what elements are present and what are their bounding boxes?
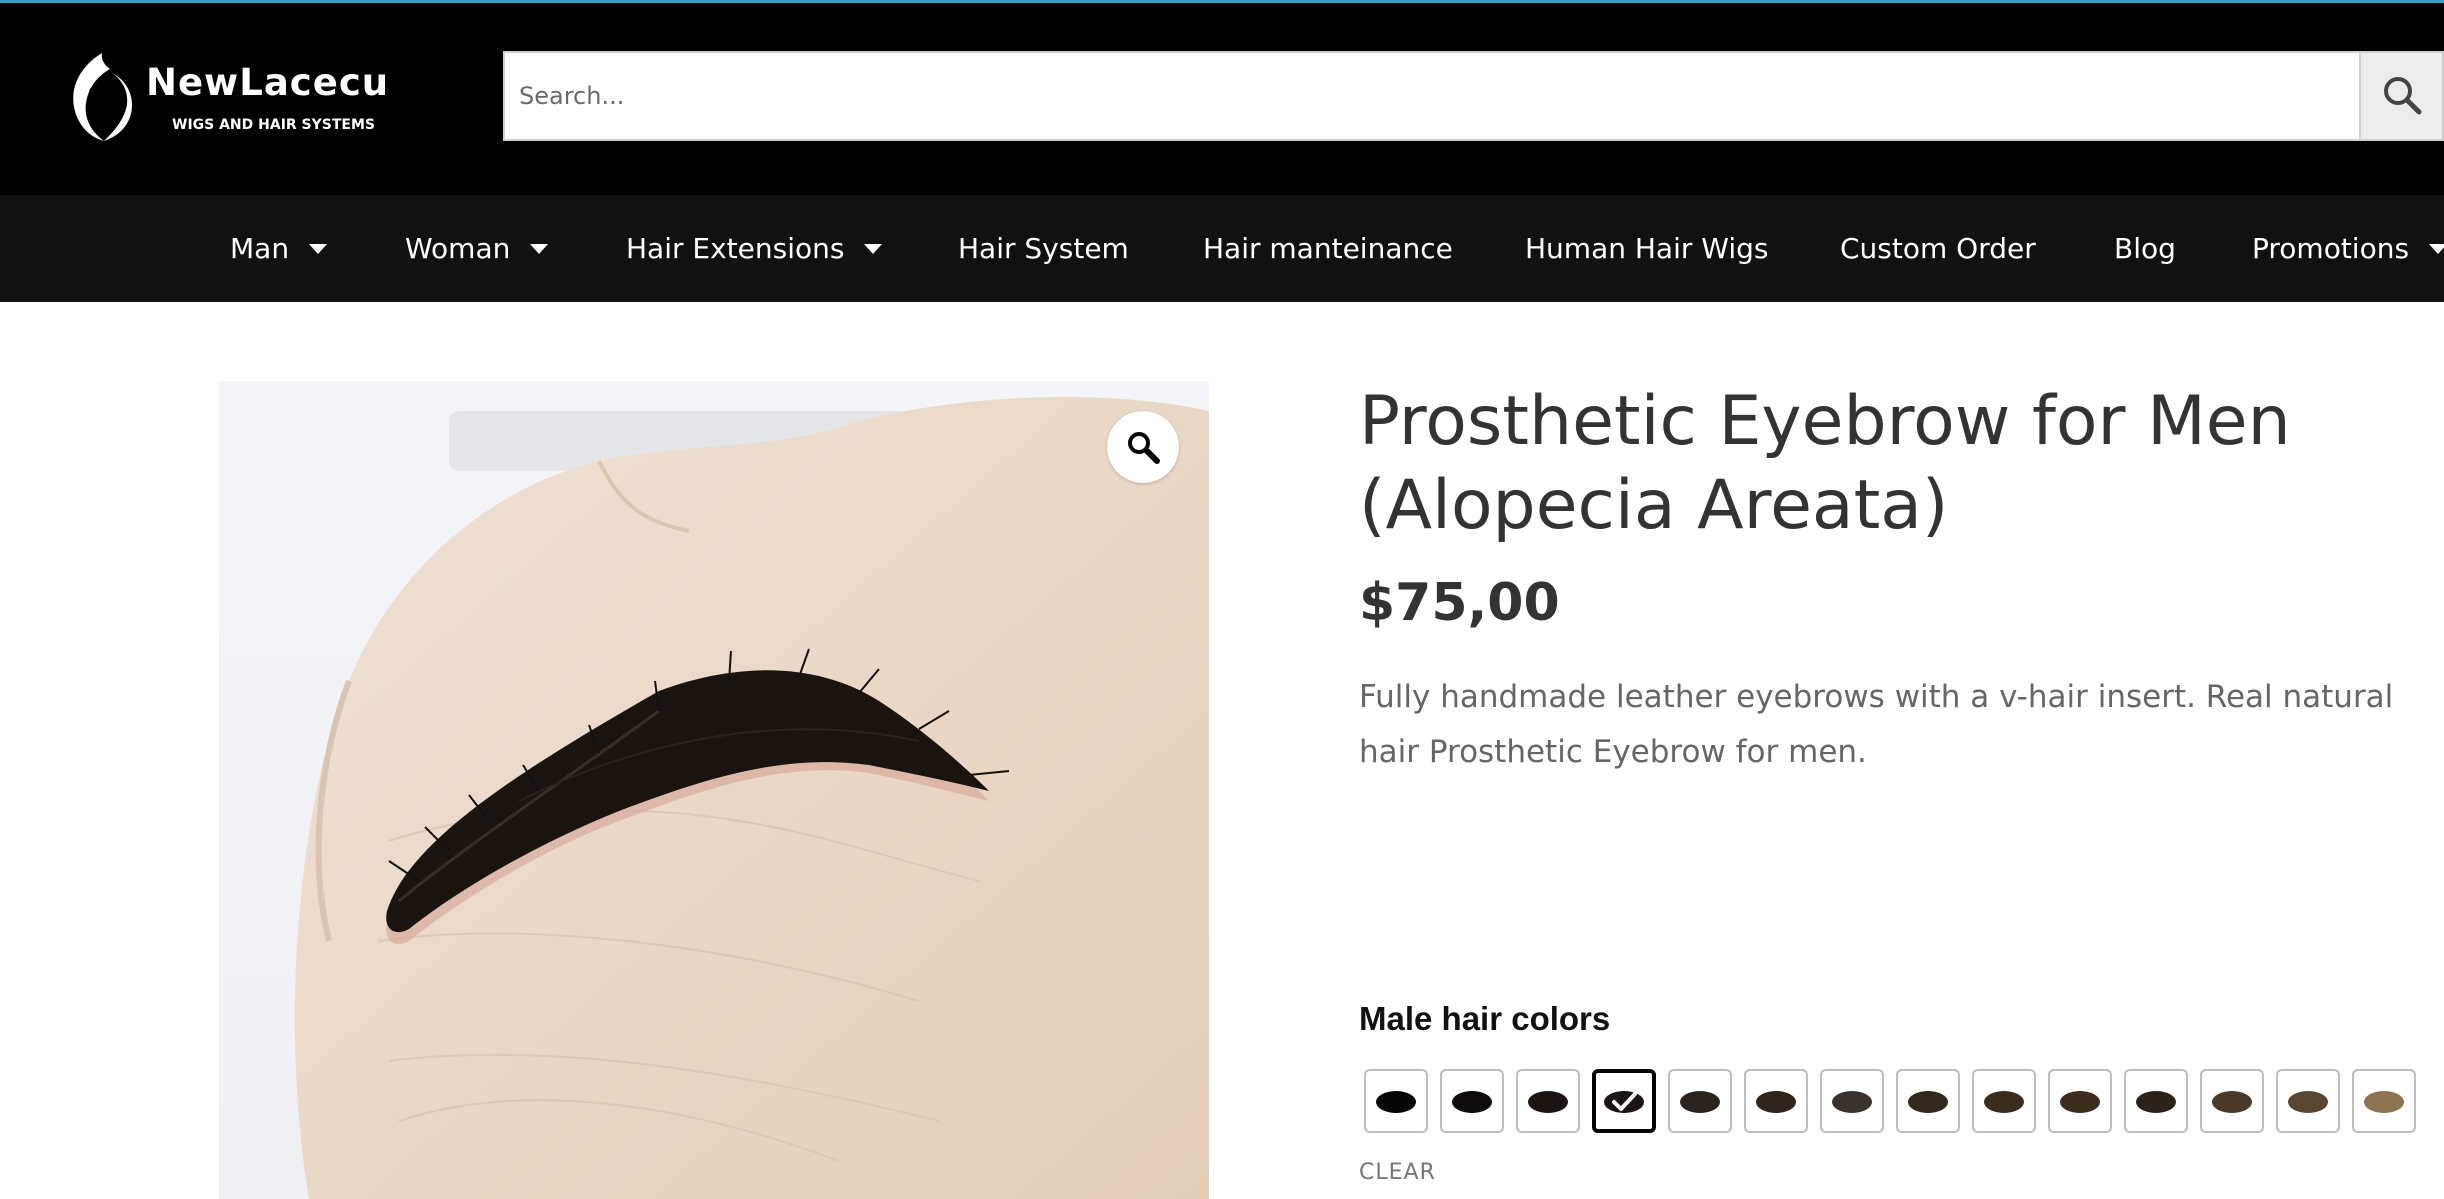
nav-item-hair-manteinance[interactable]: Hair manteinance	[1203, 195, 1453, 302]
hair-swatch-icon	[2136, 1091, 2176, 1113]
magnifier-zoom-icon	[1128, 432, 1160, 464]
hair-swatch-icon	[1452, 1091, 1492, 1113]
brand-logo[interactable]: NewLacecu WIGS AND HAIR SYSTEMS	[64, 51, 424, 147]
nav-item-blog[interactable]: Blog	[2114, 195, 2176, 302]
zoom-button[interactable]	[1107, 411, 1179, 483]
color-swatch[interactable]	[1592, 1069, 1656, 1133]
nav-item-hair-system[interactable]: Hair System	[958, 195, 1129, 302]
nav-item-custom-order[interactable]: Custom Order	[1840, 195, 2036, 302]
hair-swatch-icon	[1680, 1091, 1720, 1113]
brand-name: NewLacecu	[146, 61, 390, 104]
hair-swatch-icon	[2364, 1091, 2404, 1113]
eyebrow-on-hand-photo	[219, 381, 1209, 1199]
hair-swatch-icon	[2288, 1091, 2328, 1113]
nav-item-label: Hair Extensions	[626, 232, 845, 265]
nav-item-label: Promotions	[2252, 232, 2410, 265]
hair-swatch-icon	[1604, 1091, 1644, 1113]
site-header: NewLacecu WIGS AND HAIR SYSTEMS	[0, 3, 2444, 195]
hair-swatch-icon	[1756, 1091, 1796, 1113]
product-title: Prosthetic Eyebrow for Men (Alopecia Are…	[1359, 382, 2291, 545]
search-bar	[503, 51, 2444, 141]
color-swatch[interactable]	[1896, 1069, 1960, 1133]
main-navigation: Man Woman Hair Extensions Hair System Ha…	[0, 195, 2444, 302]
color-swatch[interactable]	[1364, 1069, 1428, 1133]
caret-down-icon	[864, 243, 883, 254]
nav-item-label: Human Hair Wigs	[1525, 232, 1769, 265]
variation-label: Male hair colors	[1359, 1000, 1611, 1037]
brand-tagline: WIGS AND HAIR SYSTEMS	[172, 117, 375, 133]
color-swatch[interactable]	[1440, 1069, 1504, 1133]
nav-item-label: Woman	[405, 232, 511, 265]
nav-item-hair-extensions[interactable]: Hair Extensions	[626, 195, 883, 302]
woman-silhouette-logo-icon	[73, 53, 132, 141]
caret-down-icon	[2429, 243, 2444, 254]
nav-item-promotions[interactable]: Promotions	[2252, 195, 2444, 302]
color-swatch[interactable]	[2352, 1069, 2416, 1133]
color-swatch[interactable]	[1972, 1069, 2036, 1133]
hair-swatch-icon	[1908, 1091, 1948, 1113]
clear-selection-link[interactable]: CLEAR	[1359, 1160, 1436, 1185]
nav-item-label: Hair manteinance	[1203, 232, 1453, 265]
color-swatch[interactable]	[2048, 1069, 2112, 1133]
product-description: Fully handmade leather eyebrows with a v…	[1359, 679, 2394, 770]
color-swatch[interactable]	[1744, 1069, 1808, 1133]
nav-item-label: Blog	[2114, 232, 2176, 265]
nav-item-label: Hair System	[958, 232, 1129, 265]
hair-swatch-icon	[1984, 1091, 2024, 1113]
color-swatch[interactable]	[1820, 1069, 1884, 1133]
color-swatch[interactable]	[1668, 1069, 1732, 1133]
hair-swatch-icon	[1528, 1091, 1568, 1113]
nav-item-label: Custom Order	[1840, 232, 2036, 265]
hair-swatch-icon	[2060, 1091, 2100, 1113]
color-swatch[interactable]	[1516, 1069, 1580, 1133]
search-button[interactable]	[2359, 53, 2442, 139]
caret-down-icon	[309, 243, 328, 254]
color-swatch-list	[1364, 1069, 2444, 1135]
product-price: $75,00	[1359, 573, 1560, 633]
color-swatch[interactable]	[2124, 1069, 2188, 1133]
nav-item-human-hair-wigs[interactable]: Human Hair Wigs	[1525, 195, 1769, 302]
hair-swatch-icon	[1832, 1091, 1872, 1113]
nav-item-man[interactable]: Man	[230, 195, 328, 302]
nav-item-woman[interactable]: Woman	[405, 195, 549, 302]
color-swatch[interactable]	[2200, 1069, 2264, 1133]
nav-item-label: Man	[230, 232, 290, 265]
caret-down-icon	[530, 243, 549, 254]
search-input[interactable]	[505, 53, 2363, 139]
search-icon	[2384, 77, 2422, 115]
product-image[interactable]	[219, 381, 1209, 1199]
hair-swatch-icon	[1376, 1091, 1416, 1113]
hair-swatch-icon	[2212, 1091, 2252, 1113]
color-swatch[interactable]	[2276, 1069, 2340, 1133]
